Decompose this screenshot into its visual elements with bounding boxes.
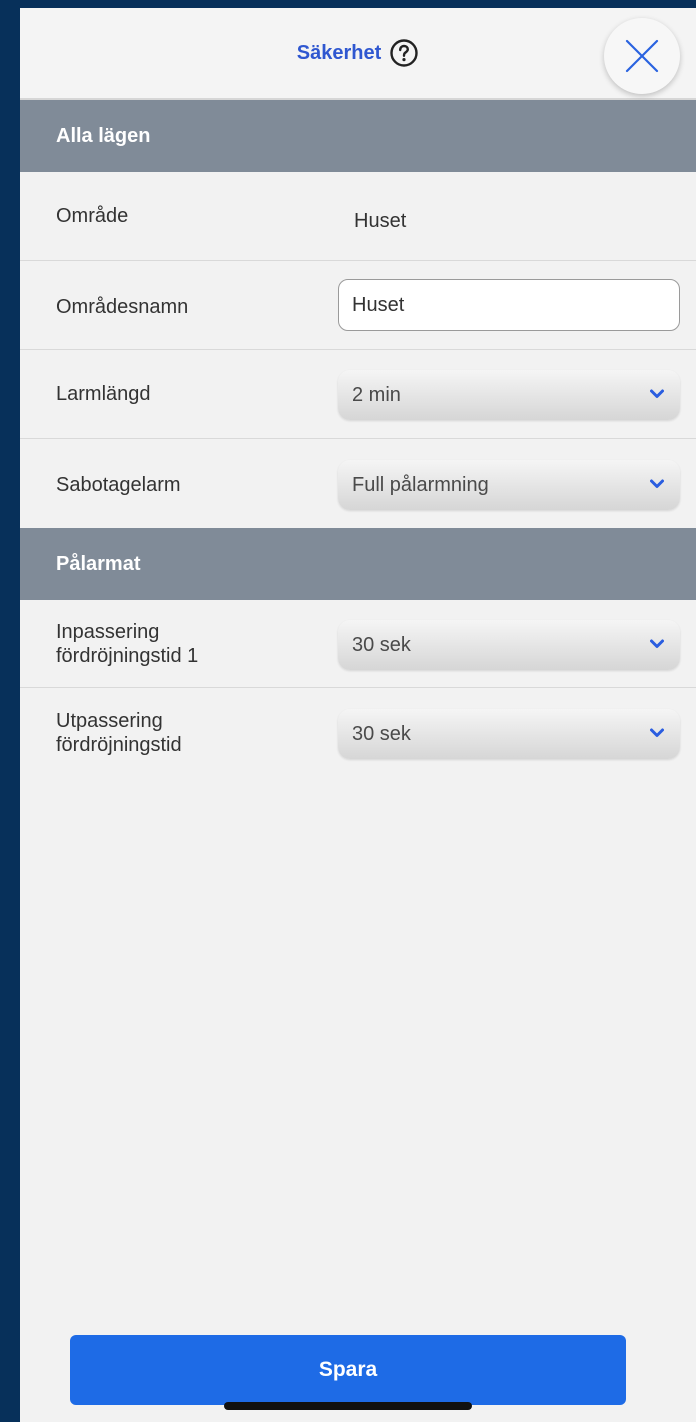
section-header-armed: Pålarmat: [20, 528, 696, 600]
home-indicator: [224, 1402, 472, 1410]
exit-delay-select[interactable]: 30 sek: [338, 709, 680, 759]
alarm-length-label: Larmlängd: [56, 383, 151, 405]
exit-delay-row: Utpassering fördröjningstid 30 sek: [20, 688, 696, 776]
exit-delay-label: Utpassering fördröjningstid: [56, 710, 182, 756]
alarm-length-row: Larmlängd 2 min: [20, 350, 696, 439]
chevron-down-icon: [650, 639, 664, 648]
area-name-row: Områdesnamn: [20, 261, 696, 350]
section-header-all-modes: Alla lägen: [20, 100, 696, 172]
area-name-input[interactable]: [338, 279, 680, 331]
tamper-alarm-row: Sabotagelarm Full pålarmning: [20, 439, 696, 528]
close-icon: [625, 39, 659, 73]
entry-delay-value: 30 sek: [352, 633, 411, 656]
section-title: Pålarmat: [56, 552, 141, 575]
tamper-alarm-label: Sabotagelarm: [56, 474, 181, 496]
area-name-label: Områdesnamn: [56, 296, 189, 318]
security-settings-sheet: Säkerhet Alla lägen Område Huset Områdes…: [20, 8, 696, 1422]
tamper-alarm-value: Full pålarmning: [352, 473, 489, 496]
close-button[interactable]: [604, 18, 680, 94]
alarm-length-select[interactable]: 2 min: [338, 370, 680, 420]
chevron-down-icon: [650, 728, 664, 737]
page-title: Säkerhet: [296, 41, 382, 64]
save-button[interactable]: Spara: [70, 1335, 626, 1405]
section-title: Alla lägen: [56, 124, 151, 147]
entry-delay-select[interactable]: 30 sek: [338, 620, 680, 670]
exit-delay-value: 30 sek: [352, 722, 411, 745]
area-value: Huset: [354, 210, 407, 232]
tamper-alarm-select[interactable]: Full pålarmning: [338, 460, 680, 510]
save-button-label: Spara: [318, 1358, 378, 1381]
question-circle-icon[interactable]: [389, 38, 419, 68]
entry-delay-row: Inpassering fördröjningstid 1 30 sek: [20, 600, 696, 688]
title-group: Säkerhet: [20, 38, 696, 68]
area-row: Område Huset: [20, 172, 696, 261]
area-label: Område: [56, 205, 129, 227]
chevron-down-icon: [650, 389, 664, 398]
alarm-length-value: 2 min: [352, 383, 401, 406]
chevron-down-icon: [650, 479, 664, 488]
header: Säkerhet: [20, 8, 696, 100]
entry-delay-label: Inpassering fördröjningstid 1: [56, 621, 199, 667]
